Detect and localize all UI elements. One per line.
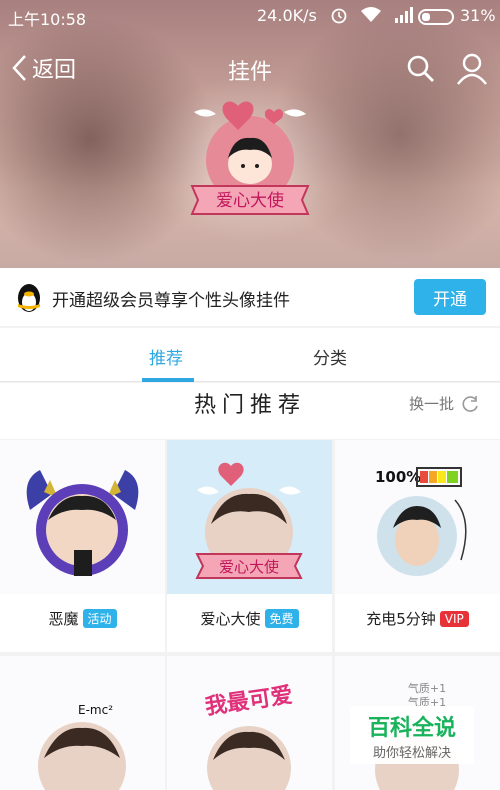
- signal-icon: [395, 7, 413, 23]
- wifi-icon: [361, 7, 381, 22]
- status-bar: 上午10:58 24.0K/s 31%: [0, 0, 500, 34]
- tab-category[interactable]: 分类: [313, 344, 347, 369]
- user-icon[interactable]: [456, 52, 488, 86]
- formula-text: E-mc²: [78, 703, 113, 717]
- watermark-main-text: 百科全说: [367, 716, 456, 741]
- formula-pendant-image: E-mc²: [0, 656, 165, 790]
- active-tab-indicator: [142, 378, 194, 382]
- watermark-sub-text: 助你轻松解决: [372, 746, 451, 761]
- pendant-item-cute[interactable]: 我最可爱: [167, 656, 332, 790]
- pendant-item-love-ambassador[interactable]: 爱心大使 爱心大使 免费: [167, 440, 332, 652]
- navigation-bar: 返回 挂件: [0, 44, 500, 94]
- alarm-icon: [331, 8, 347, 24]
- site-watermark: 百科全说 助你轻松解决: [350, 706, 474, 764]
- tab-recommend[interactable]: 推荐: [149, 344, 183, 369]
- charging-pendant-image: 100%: [335, 440, 500, 594]
- chevron-left-icon: [12, 55, 26, 81]
- vip-banner-text: 开通超级会员尊享个性头像挂件: [52, 291, 290, 311]
- open-vip-button[interactable]: 开通: [414, 279, 486, 315]
- pendant-item-devil[interactable]: 恶魔 活动: [0, 440, 165, 652]
- battery-icon: [418, 9, 454, 25]
- love-ambassador-pendant-image: 爱心大使: [167, 440, 332, 594]
- search-icon[interactable]: [406, 54, 436, 84]
- back-button[interactable]: 返回: [10, 52, 76, 84]
- devil-pendant-image: [0, 440, 165, 594]
- pendant-name: 爱心大使: [200, 610, 261, 628]
- refresh-icon: [462, 395, 478, 412]
- vip-banner: 开通超级会员尊享个性头像挂件 开通: [0, 268, 500, 326]
- pendant-name: 恶魔: [48, 610, 79, 628]
- pendant-label: 充电5分钟 VIP: [335, 608, 500, 629]
- refresh-button[interactable]: 换一批: [409, 393, 480, 414]
- activity-tag: 活动: [82, 609, 117, 628]
- status-icons: [330, 6, 416, 24]
- love-ambassador-badge-text: 爱心大使: [219, 558, 279, 576]
- section-header: 热门推荐 换一批: [0, 383, 500, 439]
- refresh-label: 换一批: [409, 395, 455, 413]
- cute-pendant-image: 我最可爱: [167, 656, 332, 790]
- battery-percent-text: 100%: [375, 468, 421, 486]
- network-speed: 24.0K/s: [257, 6, 317, 25]
- pendant-item-formula[interactable]: E-mc²: [0, 656, 165, 790]
- penguin-icon: [18, 284, 40, 312]
- battery-percent: 31%: [460, 6, 496, 25]
- pendant-label: 恶魔 活动: [0, 608, 165, 629]
- back-label: 返回: [32, 58, 77, 83]
- aura-text-top: 气质+1: [408, 681, 446, 695]
- status-time: 上午10:58: [8, 10, 87, 29]
- vip-tag: VIP: [439, 610, 469, 627]
- pendant-text: 爱心大使: [216, 190, 284, 211]
- pendant-label: 爱心大使 免费: [167, 608, 332, 629]
- tab-bar: 推荐 分类: [0, 328, 500, 382]
- header-banner: 上午10:58 24.0K/s 31% 返回 挂件 爱心大使: [0, 0, 500, 268]
- pendant-preview: 爱心大使: [190, 101, 310, 215]
- pendant-name: 充电5分钟: [366, 610, 436, 628]
- pendant-item-charging[interactable]: 100% 充电5分钟 VIP: [335, 440, 500, 652]
- free-tag: 免费: [264, 609, 299, 628]
